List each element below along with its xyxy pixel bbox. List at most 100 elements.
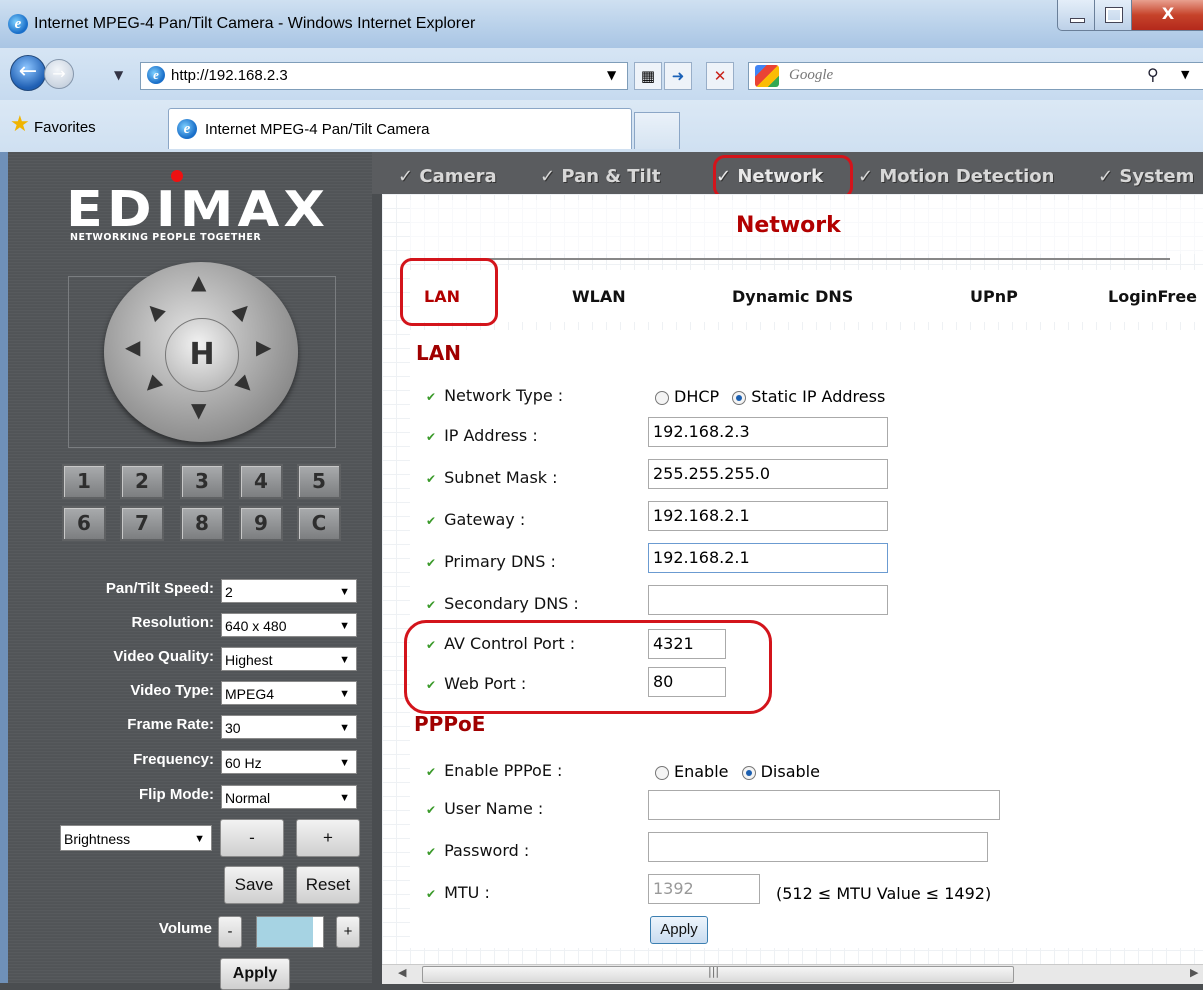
resolution-select[interactable]: 640 x 480 ▼ [221, 613, 357, 637]
ptz-home-button[interactable]: H [165, 318, 239, 392]
ie-logo-icon: e [8, 14, 28, 34]
frame-rate-select[interactable]: 30 ▼ [221, 715, 357, 739]
user-name-label: ✔ User Name : [426, 799, 543, 818]
check-icon: ✔ [426, 845, 437, 859]
address-field[interactable]: e http://192.168.2.3 ▼ [140, 62, 628, 90]
close-button[interactable]: X [1131, 0, 1203, 31]
pan-down-arrow-icon[interactable]: ▼ [191, 398, 206, 422]
check-icon: ✔ [426, 556, 437, 570]
preset-9-button[interactable]: 9 [239, 506, 283, 541]
static-ip-radio[interactable] [732, 390, 747, 405]
compatibility-view-icon[interactable]: ▦ [634, 62, 662, 90]
frequency-select[interactable]: 60 Hz ▼ [221, 750, 357, 774]
reset-button[interactable]: Reset [296, 866, 360, 904]
secondary-dns-input[interactable] [648, 585, 888, 615]
chevron-down-icon: ▼ [339, 586, 350, 598]
volume-plus-button[interactable]: + [336, 916, 360, 948]
mtu-input[interactable]: 1392 [648, 874, 760, 904]
nav-pan-tilt[interactable]: ✓ Pan & Tilt [540, 166, 660, 187]
pppoe-enable-radio[interactable] [655, 765, 669, 780]
back-button[interactable]: ← [10, 55, 46, 91]
subtab-upnp[interactable]: UPnP [970, 287, 1018, 306]
preset-8-button[interactable]: 8 [180, 506, 224, 541]
address-dropdown-icon[interactable]: ▼ [607, 68, 616, 82]
preset-5-button[interactable]: 5 [297, 464, 341, 499]
video-type-select[interactable]: MPEG4 ▼ [221, 681, 357, 705]
pan-tilt-speed-select[interactable]: 2 ▼ [221, 579, 357, 603]
nav-system[interactable]: ✓ System [1098, 166, 1194, 187]
subnet-mask-input[interactable]: 255.255.255.0 [648, 459, 888, 489]
scroll-grip-icon: ||| [708, 965, 720, 978]
pppoe-disable-label: Disable [760, 762, 820, 781]
brightness-minus-button[interactable]: - [220, 819, 284, 857]
network-type-text: Network Type : [444, 386, 564, 405]
subtab-dynamic-dns[interactable]: Dynamic DNS [732, 287, 853, 306]
search-icon[interactable]: ⚲ [1147, 65, 1159, 84]
logo-dot [171, 170, 183, 182]
save-button[interactable]: Save [224, 866, 284, 904]
preset-1-button[interactable]: 1 [62, 464, 106, 499]
nav-system-label: System [1119, 166, 1195, 187]
ip-address-input[interactable]: 192.168.2.3 [648, 417, 888, 447]
video-type-label: Video Type: [130, 682, 214, 699]
brightness-plus-button[interactable]: + [296, 819, 360, 857]
stop-button[interactable]: ✕ [706, 62, 734, 90]
volume-bar[interactable] [256, 916, 324, 948]
pppoe-heading: PPPoE [414, 712, 486, 736]
volume-minus-button[interactable]: - [218, 916, 242, 948]
check-icon: ✔ [426, 390, 437, 404]
preset-2-button[interactable]: 2 [120, 464, 164, 499]
nav-motion-detection-label: Motion Detection [879, 166, 1055, 187]
favorites-star-icon: ★ [10, 112, 30, 137]
password-input[interactable] [648, 832, 988, 862]
user-name-input[interactable] [648, 790, 1000, 820]
pan-left-arrow-icon[interactable]: ◀ [125, 335, 140, 359]
brightness-select[interactable]: Brightness ▼ [60, 825, 212, 851]
primary-dns-label: ✔ Primary DNS : [426, 552, 556, 571]
user-name-text: User Name : [444, 799, 544, 818]
favorites-button[interactable]: Favorites [34, 119, 96, 136]
tab-camera[interactable]: e Internet MPEG-4 Pan/Tilt Camera [168, 108, 632, 149]
ip-address-text: IP Address : [444, 426, 538, 445]
go-button[interactable]: ➜ [664, 62, 692, 90]
subtab-loginfree[interactable]: LoginFree [1108, 287, 1197, 306]
gateway-input[interactable]: 192.168.2.1 [648, 501, 888, 531]
check-icon: ✔ [426, 514, 437, 528]
search-field[interactable]: Google ⚲ ▼ [748, 62, 1203, 90]
minimize-button[interactable] [1057, 0, 1095, 31]
pan-right-arrow-icon[interactable]: ▶ [256, 335, 271, 359]
nav-motion-detection[interactable]: ✓ Motion Detection [858, 166, 1054, 187]
scroll-right-arrow-icon[interactable]: ▶ [1190, 966, 1198, 979]
frame-rate-value: 30 [225, 720, 241, 736]
preset-3-button[interactable]: 3 [180, 464, 224, 499]
preset-c-button[interactable]: C [297, 506, 341, 541]
scroll-left-arrow-icon[interactable]: ◀ [398, 966, 406, 979]
dhcp-radio[interactable] [655, 390, 669, 405]
nav-camera-label: Camera [419, 166, 497, 187]
forward-button[interactable]: → [44, 59, 74, 89]
sidebar-apply-button[interactable]: Apply [220, 958, 290, 990]
static-ip-label: Static IP Address [751, 387, 886, 406]
preset-7-button[interactable]: 7 [120, 506, 164, 541]
video-quality-label: Video Quality: [113, 648, 214, 665]
maximize-button[interactable] [1094, 0, 1132, 31]
mtu-hint: (512 ≤ MTU Value ≤ 1492) [776, 884, 992, 903]
pppoe-apply-button[interactable]: Apply [650, 916, 708, 944]
preset-6-button[interactable]: 6 [62, 506, 106, 541]
preset-4-button[interactable]: 4 [239, 464, 283, 499]
check-icon: ✔ [426, 430, 437, 444]
frequency-label: Frequency: [133, 751, 214, 768]
flip-mode-select[interactable]: Normal ▼ [221, 785, 357, 809]
subtab-wlan[interactable]: WLAN [572, 287, 626, 306]
history-dropdown-icon[interactable]: ▼ [114, 68, 123, 82]
primary-dns-input[interactable]: 192.168.2.1 [648, 543, 888, 573]
chevron-down-icon: ▼ [339, 792, 350, 804]
pan-up-arrow-icon[interactable]: ▲ [191, 270, 206, 294]
pppoe-disable-radio[interactable] [741, 765, 756, 780]
pan-tilt-speed-label: Pan/Tilt Speed: [105, 580, 214, 597]
search-dropdown-icon[interactable]: ▼ [1181, 68, 1189, 81]
ports-highlight-ring [404, 620, 772, 714]
nav-camera[interactable]: ✓ Camera [398, 166, 497, 187]
video-quality-select[interactable]: Highest ▼ [221, 647, 357, 671]
new-tab-button[interactable] [634, 112, 680, 149]
